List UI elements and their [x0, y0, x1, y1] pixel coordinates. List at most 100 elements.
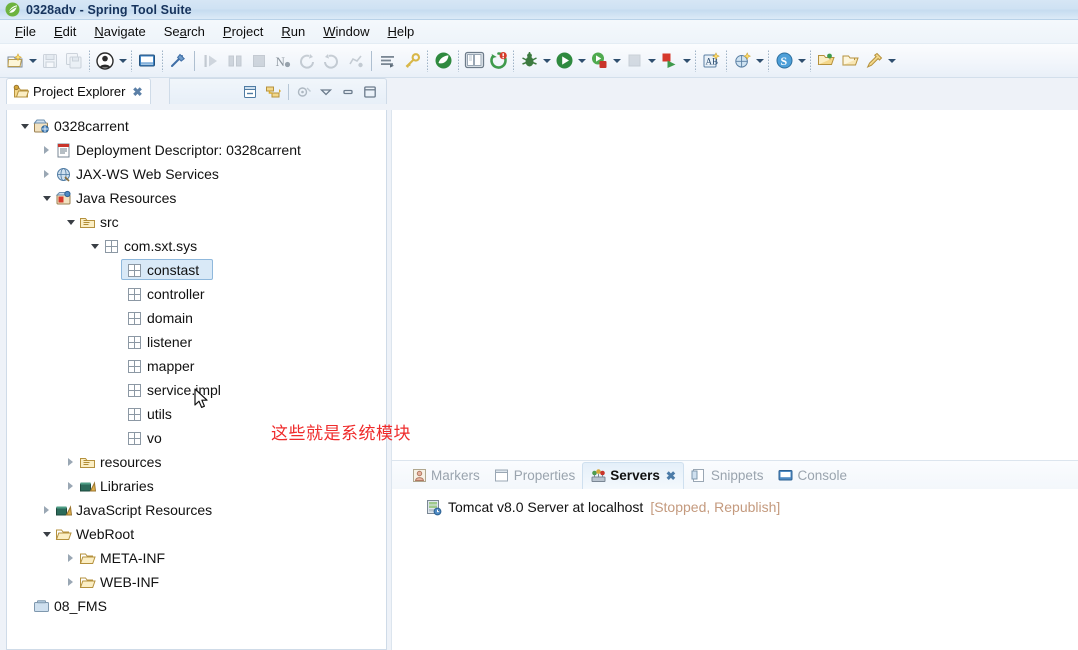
tree-row[interactable]: domain: [7, 306, 386, 330]
tree-row[interactable]: resources: [7, 450, 386, 474]
minimize-view-icon[interactable]: [337, 82, 359, 102]
run-server-icon[interactable]: [587, 48, 611, 74]
deployment-descriptor-icon: [54, 141, 72, 159]
refresh-error-icon[interactable]: [486, 48, 510, 74]
collapse-all-icon[interactable]: [240, 82, 262, 102]
user-profile-dropdown-arrow[interactable]: [117, 48, 128, 74]
key-icon[interactable]: [400, 48, 424, 74]
expand-collapse-twistie[interactable]: [63, 570, 78, 594]
run-icon[interactable]: [552, 48, 576, 74]
servers-list[interactable]: Tomcat v8.0 Server at localhost [Stopped…: [392, 489, 1078, 650]
menu-file[interactable]: File: [6, 22, 45, 42]
sts-leaf-icon: [5, 2, 20, 17]
new-java-class-icon[interactable]: AB: [699, 48, 723, 74]
tree-row[interactable]: Java Resources: [7, 186, 386, 210]
spring-bean-dropdown-arrow[interactable]: [796, 48, 807, 74]
tab-console[interactable]: Console: [770, 462, 854, 488]
tree-row[interactable]: META-INF: [7, 546, 386, 570]
debug-bug-icon[interactable]: [517, 48, 541, 74]
menu-help[interactable]: Help: [378, 22, 423, 42]
new-package-icon[interactable]: [730, 48, 754, 74]
tree-row[interactable]: Libraries: [7, 474, 386, 498]
open-console-icon[interactable]: [135, 48, 159, 74]
package-icon: [125, 261, 143, 279]
tree-row[interactable]: WebRoot: [7, 522, 386, 546]
menu-edit[interactable]: Edit: [45, 22, 85, 42]
folder-icon: [78, 573, 96, 591]
package-icon: [125, 381, 143, 399]
tab-markers[interactable]: Markers: [404, 462, 487, 488]
expand-collapse-twistie[interactable]: [39, 498, 54, 522]
bottom-view-tabs[interactable]: Markers Properties Servers ✖ Snippets Co…: [392, 461, 1078, 489]
expand-collapse-twistie[interactable]: [39, 162, 54, 186]
debug-dropdown-arrow[interactable]: [541, 48, 552, 74]
tree-row[interactable]: 08_FMS: [7, 594, 386, 618]
menu-run[interactable]: Run: [272, 22, 314, 42]
tree-label: resources: [100, 453, 162, 470]
main-toolbar[interactable]: N AB S: [0, 44, 1078, 78]
tree-row[interactable]: JAX-WS Web Services: [7, 162, 386, 186]
link-with-editor-icon[interactable]: [262, 82, 284, 102]
tree-label: domain: [147, 309, 193, 326]
new-wizard-icon[interactable]: [3, 48, 27, 74]
project-tree[interactable]: 0328carrent Deployment Descriptor: 0328c…: [7, 110, 386, 648]
folder-icon: [54, 525, 72, 543]
pin-icon[interactable]: [862, 48, 886, 74]
expand-collapse-twistie[interactable]: [63, 474, 78, 498]
open-type-icon[interactable]: [814, 48, 838, 74]
quick-access-icon[interactable]: [376, 48, 400, 74]
tree-row[interactable]: listener: [7, 330, 386, 354]
expand-collapse-twistie[interactable]: [63, 450, 78, 474]
open-perspective-icon[interactable]: [462, 48, 486, 74]
tab-project-explorer[interactable]: Project Explorer ✖: [6, 78, 151, 104]
spring-bean-icon[interactable]: S: [772, 48, 796, 74]
run-server-dropdown-arrow[interactable]: [611, 48, 622, 74]
close-icon[interactable]: ✖: [666, 469, 676, 483]
tree-row[interactable]: WEB-INF: [7, 570, 386, 594]
new-package-dropdown-arrow[interactable]: [754, 48, 765, 74]
tree-row-constast[interactable]: constast: [7, 258, 386, 282]
expand-collapse-twistie[interactable]: [63, 546, 78, 570]
tab-snippets[interactable]: Snippets: [684, 462, 771, 488]
tree-row[interactable]: com.sxt.sys: [7, 234, 386, 258]
expand-collapse-twistie[interactable]: [87, 234, 102, 258]
tree-row[interactable]: controller: [7, 282, 386, 306]
terminate-dropdown-arrow[interactable]: [646, 48, 657, 74]
menu-bar[interactable]: File Edit Navigate Search Project Run Wi…: [0, 20, 1078, 44]
dynamic-web-project-icon: [32, 117, 50, 135]
expand-collapse-twistie[interactable]: [63, 210, 78, 234]
menu-search[interactable]: Search: [155, 22, 214, 42]
focus-on-active-task-icon[interactable]: [293, 82, 315, 102]
tab-servers[interactable]: Servers ✖: [582, 461, 684, 489]
menu-navigate[interactable]: Navigate: [85, 22, 154, 42]
tree-label: Java Resources: [76, 189, 177, 206]
menu-window[interactable]: Window: [314, 22, 378, 42]
pin-dropdown-arrow[interactable]: [886, 48, 897, 74]
tree-row[interactable]: Deployment Descriptor: 0328carrent: [7, 138, 386, 162]
tab-properties[interactable]: Properties: [487, 462, 583, 488]
snippets-icon: [691, 467, 707, 483]
user-profile-icon[interactable]: [93, 48, 117, 74]
tree-row[interactable]: mapper: [7, 354, 386, 378]
publish-icon[interactable]: [657, 48, 681, 74]
expand-collapse-twistie[interactable]: [39, 522, 54, 546]
new-wizard-dropdown-arrow[interactable]: [27, 48, 38, 74]
tree-row[interactable]: service.impl: [7, 378, 386, 402]
tab-label: Project Explorer: [33, 84, 126, 99]
tree-row[interactable]: 0328carrent: [7, 114, 386, 138]
tree-row[interactable]: JavaScript Resources: [7, 498, 386, 522]
menu-project[interactable]: Project: [214, 22, 272, 42]
server-row[interactable]: Tomcat v8.0 Server at localhost [Stopped…: [392, 496, 1078, 518]
boot-dashboard-icon[interactable]: [431, 48, 455, 74]
run-dropdown-arrow[interactable]: [576, 48, 587, 74]
expand-collapse-twistie[interactable]: [39, 138, 54, 162]
expand-collapse-twistie[interactable]: [39, 186, 54, 210]
expand-collapse-twistie[interactable]: [17, 114, 32, 138]
view-menu-icon[interactable]: [315, 82, 337, 102]
tree-row[interactable]: src: [7, 210, 386, 234]
close-icon[interactable]: ✖: [132, 85, 142, 99]
publish-dropdown-arrow[interactable]: [681, 48, 692, 74]
view-toolbar[interactable]: [169, 78, 387, 104]
maximize-view-icon[interactable]: [359, 82, 381, 102]
open-task-icon[interactable]: [838, 48, 862, 74]
